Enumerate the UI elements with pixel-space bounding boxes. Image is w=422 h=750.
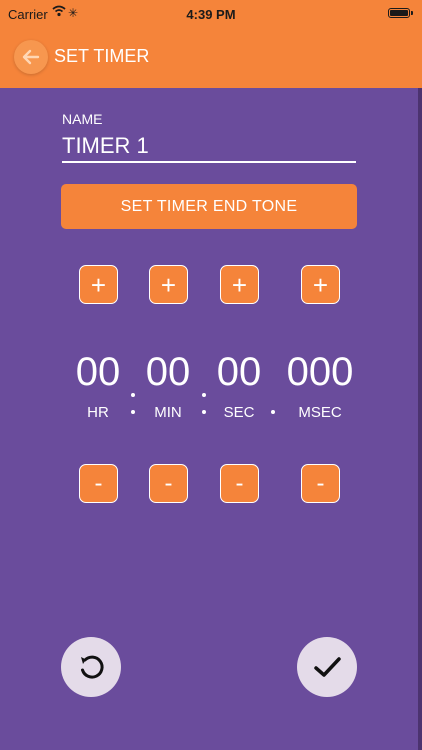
app-header: SET TIMER [0, 28, 422, 88]
seconds-increment-button[interactable]: + [220, 265, 259, 304]
edge-shadow [418, 88, 422, 750]
name-input[interactable] [62, 131, 356, 163]
milliseconds-increment-button[interactable]: + [301, 265, 340, 304]
seconds-value: 00 [216, 350, 262, 394]
milliseconds-label: MSEC [298, 404, 342, 421]
name-label: NAME [62, 111, 103, 127]
seconds-label: SEC [223, 404, 255, 421]
status-bar: Carrier ✳ 4:39 PM [0, 0, 422, 28]
page-title: SET TIMER [54, 46, 150, 66]
hours-increment-button[interactable]: + [79, 265, 118, 304]
reset-icon [81, 655, 104, 679]
hours-decrement-button[interactable]: - [79, 464, 118, 503]
minutes-decrement-button[interactable]: - [149, 464, 188, 503]
milliseconds-value: 000 [286, 350, 354, 394]
seconds-decrement-button[interactable]: - [220, 464, 259, 503]
checkmark-icon [314, 657, 341, 677]
minutes-increment-button[interactable]: + [149, 265, 188, 304]
set-end-tone-button[interactable]: SET TIMER END TONE [61, 184, 357, 229]
back-button[interactable] [14, 40, 48, 74]
separator-dot [202, 393, 206, 397]
confirm-button[interactable] [297, 637, 357, 697]
separator-dot [131, 393, 135, 397]
milliseconds-decrement-button[interactable]: - [301, 464, 340, 503]
status-time: 4:39 PM [186, 7, 236, 22]
battery-icon [388, 8, 413, 18]
reset-button[interactable] [61, 637, 121, 697]
back-arrow-icon [22, 49, 40, 65]
